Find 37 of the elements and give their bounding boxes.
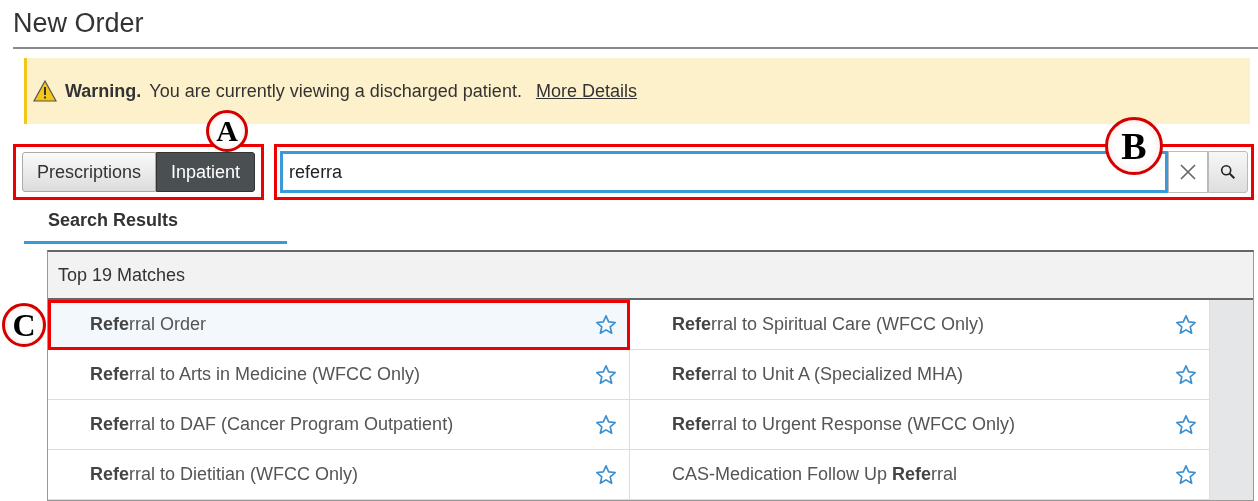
result-label: Referral to Arts in Medicine (WFCC Only) bbox=[90, 364, 421, 385]
result-item[interactable]: Referral to Urgent Response (WFCC Only) bbox=[630, 400, 1210, 450]
warning-message: You are currently viewing a discharged patient. bbox=[149, 80, 522, 102]
result-label: Referral to Unit A (Specialized MHA) bbox=[672, 364, 964, 385]
result-item[interactable]: Referral to Unit A (Specialized MHA) bbox=[630, 350, 1210, 400]
star-icon[interactable] bbox=[595, 313, 617, 336]
results-header: Top 19 Matches bbox=[48, 252, 1253, 300]
result-item[interactable]: Referral to Arts in Medicine (WFCC Only) bbox=[48, 350, 630, 400]
result-item[interactable]: Referral to Spiritual Care (WFCC Only) bbox=[630, 300, 1210, 350]
warning-icon bbox=[33, 80, 57, 102]
order-type-tab[interactable]: Inpatient bbox=[156, 152, 256, 192]
result-label: CAS-Medication Follow Up Referral bbox=[672, 464, 958, 485]
result-item[interactable]: Referral to DAF (Cancer Program Outpatient) bbox=[48, 400, 630, 450]
star-icon[interactable] bbox=[595, 463, 617, 486]
result-label: Referral to Urgent Response (WFCC Only) bbox=[672, 414, 1016, 435]
more-details-link[interactable]: More Details bbox=[535, 80, 637, 102]
star-icon[interactable] bbox=[1175, 413, 1197, 436]
callout-marker: C bbox=[2, 303, 46, 347]
warning-label: Warning. bbox=[65, 80, 142, 102]
result-label: Referral to Dietitian (WFCC Only) bbox=[90, 464, 359, 485]
search-icon bbox=[1219, 163, 1237, 181]
search-results-tab[interactable]: Search Results bbox=[24, 200, 287, 244]
result-label: Referral to Spiritual Care (WFCC Only) bbox=[672, 314, 985, 335]
result-label: Referral Order bbox=[90, 314, 207, 335]
result-item[interactable]: CAS-Medication Follow Up Referral bbox=[630, 450, 1210, 500]
star-icon[interactable] bbox=[595, 413, 617, 436]
star-icon[interactable] bbox=[595, 363, 617, 386]
result-item[interactable]: Referral to Dietitian (WFCC Only) bbox=[48, 450, 630, 500]
star-icon[interactable] bbox=[1175, 363, 1197, 386]
star-icon[interactable] bbox=[1175, 313, 1197, 336]
search-button[interactable] bbox=[1208, 151, 1248, 193]
result-item[interactable]: Referral Order bbox=[48, 300, 630, 350]
result-label: Referral to DAF (Cancer Program Outpatient) bbox=[90, 414, 454, 435]
page-title: New Order bbox=[12, 7, 145, 40]
callout-marker: A bbox=[206, 110, 248, 152]
star-icon[interactable] bbox=[1175, 463, 1197, 486]
order-type-tab[interactable]: Prescriptions bbox=[22, 152, 157, 192]
